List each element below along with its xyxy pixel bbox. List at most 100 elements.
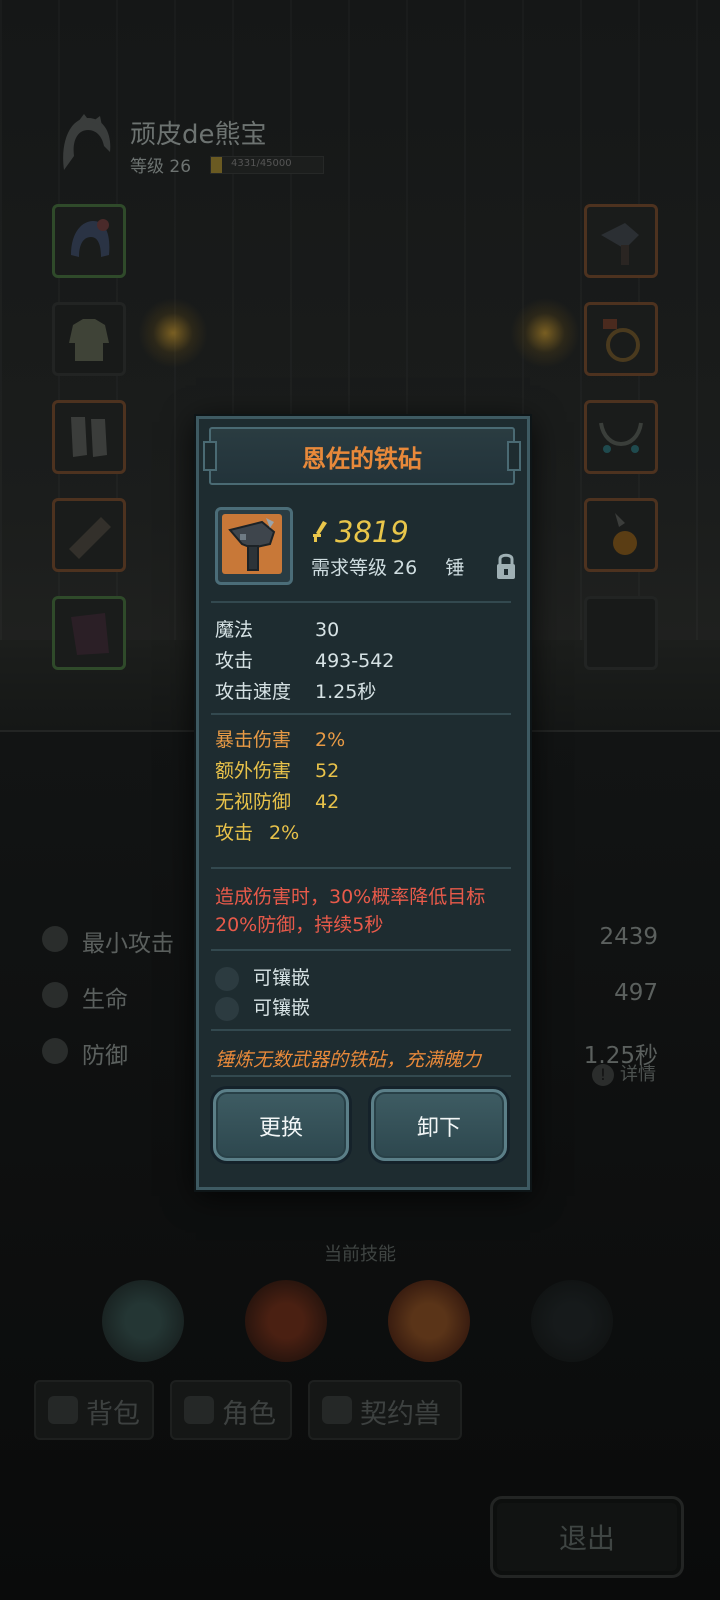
ring-icon xyxy=(603,319,640,362)
player-level: 等级 26 xyxy=(130,157,192,177)
stat-label: 防御 xyxy=(82,1043,128,1069)
xp-fill xyxy=(211,157,222,173)
stat-value: 2% xyxy=(269,822,300,844)
character-icon xyxy=(184,1396,214,1424)
lock-icon[interactable] xyxy=(495,551,517,581)
slot-weapon[interactable] xyxy=(584,204,658,278)
exclamation-icon: ! xyxy=(592,1064,614,1086)
hammer-icon xyxy=(601,223,639,265)
bonus-stat-attack: 攻击 2% xyxy=(215,818,299,845)
xp-text: 4331/45000 xyxy=(231,158,292,169)
stat-label: 攻击 xyxy=(215,822,254,844)
stat-label: 攻击速度 xyxy=(215,681,292,703)
slot-armor[interactable] xyxy=(52,302,126,376)
tab-label: 角色 xyxy=(222,1399,276,1430)
unequip-button[interactable]: 卸下 xyxy=(371,1089,507,1161)
stat-label: 攻击 xyxy=(215,650,254,672)
unequip-label: 卸下 xyxy=(416,1116,461,1141)
tab-pet[interactable]: 契约兽 xyxy=(308,1380,462,1440)
skill-explosion-icon[interactable] xyxy=(388,1280,470,1362)
socket-label: 可镶嵌 xyxy=(253,967,311,989)
base-stat-magic: 魔法 30 xyxy=(215,615,339,642)
stat-value: 2% xyxy=(315,729,346,751)
slot-bracer[interactable] xyxy=(52,498,126,572)
base-stat-attack: 攻击 493-542 xyxy=(215,646,394,673)
tab-label: 背包 xyxy=(86,1399,140,1430)
item-requirement: 需求等级 26 锤 xyxy=(311,553,464,580)
anvil-hammer-icon xyxy=(228,518,276,571)
sword-icon xyxy=(42,926,68,952)
xp-bar: 4331/45000 xyxy=(210,156,324,174)
amulet-icon xyxy=(613,513,637,555)
item-flavor-text: 锤炼无数武器的铁砧，充满魄力 xyxy=(215,1049,482,1071)
stat-value: 1.25秒 xyxy=(315,681,377,703)
requirement-level: 需求等级 26 xyxy=(311,557,418,579)
dialog-title-bar: 恩佐的铁砧 xyxy=(203,427,521,485)
gem-socket-1[interactable]: 可镶嵌 xyxy=(215,963,310,991)
item-special-effect: 造成伤害时，30%概率降低目标20%防御，持续5秒 xyxy=(215,886,486,936)
divider xyxy=(211,601,511,603)
stat-value: 497 xyxy=(614,980,658,1006)
slot-amulet[interactable] xyxy=(584,498,658,572)
slot-empty[interactable] xyxy=(584,596,658,670)
tab-character[interactable]: 角色 xyxy=(170,1380,292,1440)
bracer-icon xyxy=(69,517,111,559)
stat-label: 生命 xyxy=(82,987,128,1013)
item-type: 锤 xyxy=(445,557,465,579)
socket-label: 可镶嵌 xyxy=(253,997,311,1019)
heart-icon xyxy=(42,982,68,1008)
slot-necklace[interactable] xyxy=(584,400,658,474)
wall-lamp-left xyxy=(138,298,208,368)
item-dialog: 恩佐的铁砧 3819 需求等级 26 锤 魔法 30 攻击 493-542 攻击速度… xyxy=(196,416,530,1190)
slot-ring[interactable] xyxy=(584,302,658,376)
stat-value: 52 xyxy=(315,760,340,782)
item-title: 恩佐的铁砧 xyxy=(302,445,422,473)
gem-socket-2[interactable]: 可镶嵌 xyxy=(215,993,310,1021)
slot-cape[interactable] xyxy=(52,596,126,670)
shield-icon xyxy=(42,1038,68,1064)
armor-icon xyxy=(69,319,109,361)
slot-boots[interactable] xyxy=(52,400,126,474)
divider xyxy=(211,1029,511,1031)
item-power: 3819 xyxy=(335,515,409,549)
stat-value: 30 xyxy=(315,619,340,641)
exit-label: 退出 xyxy=(558,1522,615,1555)
bag-icon xyxy=(48,1396,78,1424)
exit-button[interactable]: 退出 xyxy=(490,1496,684,1578)
base-stat-attack-speed: 攻击速度 1.25秒 xyxy=(215,677,376,704)
socket-slot-icon xyxy=(215,966,239,991)
divider xyxy=(211,949,511,951)
bonus-stat-extra-damage: 额外伤害 52 xyxy=(215,756,339,783)
stat-value: 493-542 xyxy=(315,650,395,672)
wall-lamp-right xyxy=(510,298,580,368)
stat-value: 42 xyxy=(315,791,340,813)
socket-slot-icon xyxy=(215,996,239,1021)
stat-value: 2439 xyxy=(599,924,658,950)
player-avatar-icon[interactable] xyxy=(58,112,114,174)
slot-helmet[interactable] xyxy=(52,204,126,278)
skill-locked-icon[interactable] xyxy=(531,1280,613,1362)
divider xyxy=(211,1075,511,1077)
necklace-icon xyxy=(599,422,643,453)
replace-button[interactable]: 更换 xyxy=(213,1089,349,1161)
tab-label: 契约兽 xyxy=(360,1399,441,1430)
tab-bag[interactable]: 背包 xyxy=(34,1380,154,1440)
bonus-stat-crit-damage: 暴击伤害 2% xyxy=(215,725,345,752)
skill-eye-icon[interactable] xyxy=(102,1280,184,1362)
power-sword-icon xyxy=(313,521,327,542)
bonus-stat-ignore-defense: 无视防御 42 xyxy=(215,787,339,814)
details-label: 详情 xyxy=(620,1064,656,1085)
divider xyxy=(211,867,511,869)
stat-label: 魔法 xyxy=(215,619,254,641)
skills-label: 当前技能 xyxy=(324,1244,396,1265)
helmet-icon xyxy=(71,219,110,257)
divider xyxy=(211,713,511,715)
boots-icon xyxy=(71,417,107,457)
replace-label: 更换 xyxy=(258,1116,303,1141)
details-link[interactable]: ! 详情 xyxy=(592,1060,656,1086)
stat-label: 无视防御 xyxy=(215,791,292,813)
stat-label: 最小攻击 xyxy=(82,931,174,957)
paw-icon xyxy=(322,1396,352,1424)
stat-label: 额外伤害 xyxy=(215,760,292,782)
skill-fire-vortex-icon[interactable] xyxy=(245,1280,327,1362)
